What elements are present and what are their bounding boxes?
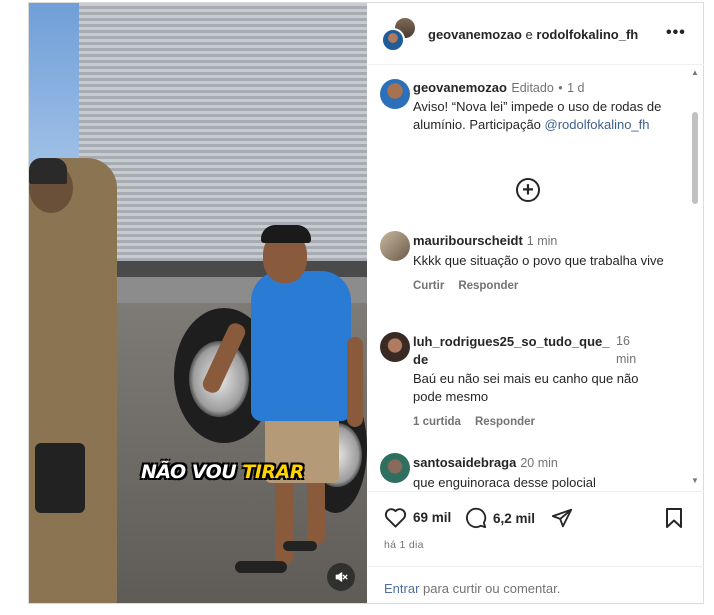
login-prompt: Entrar para curtir ou comentar.	[368, 566, 704, 604]
post-actions-bar: 69 mil 6,2 mil há 1 dia Entrar para curt…	[368, 491, 704, 603]
like-button[interactable]: 69 mil	[384, 507, 451, 528]
comment-item: mauribourscheidt 1 min Kkkk que situação …	[413, 232, 678, 292]
comment-time: 20 min	[520, 456, 558, 470]
sandal-right	[283, 541, 317, 551]
load-more-comments-button[interactable]: +	[516, 178, 540, 202]
comment-username[interactable]: mauribourscheidt	[413, 233, 523, 248]
plus-icon: +	[522, 179, 534, 201]
collab-usernames: geovanemozao e rodolfokalino_fh	[428, 27, 638, 42]
comment-bubble-icon	[466, 507, 487, 529]
comment-time-line2: min	[616, 352, 637, 366]
officer-cap	[29, 158, 67, 184]
caption-username[interactable]: geovanemozao	[413, 80, 507, 95]
reply-button[interactable]: Responder	[475, 416, 535, 428]
likes-count[interactable]: 69 mil	[413, 510, 451, 525]
meta-dot: •	[558, 81, 563, 95]
scroll-up-arrow-icon[interactable]: ▲	[691, 68, 699, 77]
post-dialog: NÃO VOU TIRAR geovanemozao e rodolfokali…	[28, 2, 704, 604]
comments-count[interactable]: 6,2 mil	[493, 511, 535, 526]
caption-mention-link[interactable]: @rodolfokalino_fh	[545, 117, 650, 132]
comment-text: Baú eu não sei mais eu canho que não pod…	[413, 371, 639, 404]
bookmark-icon	[666, 508, 682, 528]
post-side-panel: geovanemozao e rodolfokalino_fh ••• geov…	[368, 3, 704, 603]
login-prompt-text: Entrar para curtir ou comentar.	[384, 581, 560, 596]
mute-button[interactable]	[327, 563, 355, 591]
header-username-1[interactable]: geovanemozao	[428, 27, 522, 42]
author-avatar[interactable]	[380, 79, 410, 109]
comment-time: 1 min	[526, 234, 558, 248]
subtitle-yellow-text: TIRAR	[242, 461, 304, 483]
like-comment-button[interactable]: Curtir	[413, 280, 444, 292]
man-leg-left	[275, 473, 293, 565]
scrollbar[interactable]: ▲ ▼	[690, 66, 700, 491]
more-horizontal-icon: •••	[666, 24, 686, 41]
comment-avatar[interactable]	[380, 332, 410, 362]
more-options-button[interactable]: •••	[666, 24, 686, 42]
post-caption: geovanemozao Editado • 1 d Aviso! “Nova …	[413, 79, 683, 134]
man-cap	[261, 225, 311, 243]
heart-icon	[384, 508, 407, 528]
comment-text: Kkkk que situação o povo que trabalha vi…	[413, 253, 664, 268]
subtitle-white-text: NÃO VOU	[141, 461, 243, 483]
comment-avatar[interactable]	[380, 453, 410, 483]
comments-scroll-area[interactable]: geovanemozao Editado • 1 d Aviso! “Nova …	[368, 66, 704, 491]
collab-avatars[interactable]	[381, 16, 417, 52]
caption-body: Aviso! “Nova lei” impede o uso de rodas …	[413, 98, 683, 134]
man-leg-right	[307, 473, 325, 545]
post-header: geovanemozao e rodolfokalino_fh •••	[368, 3, 704, 65]
scrollbar-thumb[interactable]	[692, 112, 698, 204]
comment-button[interactable]: 6,2 mil	[465, 507, 535, 529]
comment-actions: Curtir Responder	[413, 280, 678, 292]
police-officer	[29, 158, 117, 603]
comment-avatar[interactable]	[380, 231, 410, 261]
scroll-down-arrow-icon[interactable]: ▼	[691, 476, 699, 485]
video-subtitle: NÃO VOU TIRAR	[141, 461, 304, 483]
save-button[interactable]	[665, 507, 683, 529]
comment-username[interactable]: santosaidebraga	[413, 455, 516, 470]
login-link[interactable]: Entrar	[384, 581, 419, 596]
comment-text: que enguinoraca desse polocial	[413, 475, 596, 490]
reply-button[interactable]: Responder	[458, 280, 518, 292]
comment-item: santosaidebraga 20 min que enguinoraca de…	[413, 454, 678, 491]
gun-holster	[35, 443, 85, 513]
video-player[interactable]: NÃO VOU TIRAR	[29, 3, 367, 603]
header-username-2[interactable]: rodolfokalino_fh	[536, 27, 638, 42]
share-paper-plane-icon	[551, 508, 573, 528]
login-suffix: para curtir ou comentar.	[419, 581, 561, 596]
sandal-left	[235, 561, 287, 573]
comment-username-line2[interactable]: de	[413, 352, 428, 367]
caption-age: 1 d	[567, 81, 585, 95]
man-arm-right	[347, 337, 363, 427]
comment-item: luh_rodrigues25_so_tudo_que_ de 16 min B…	[413, 334, 678, 428]
comment-time-line1: 16	[616, 334, 630, 348]
edited-label: Editado	[511, 81, 554, 95]
truck-trailer	[79, 3, 367, 268]
comment-likes-count[interactable]: 1 curtida	[413, 416, 461, 428]
post-timestamp: há 1 dia	[384, 539, 424, 551]
speaker-muted-icon	[335, 572, 348, 582]
man-blue-shirt	[251, 271, 351, 421]
header-separator: e	[521, 27, 537, 42]
comment-username-line1[interactable]: luh_rodrigues25_so_tudo_que_	[413, 334, 610, 349]
comment-actions: 1 curtida Responder	[413, 416, 678, 428]
share-button[interactable]	[551, 507, 573, 529]
avatar-geovanemozao[interactable]	[381, 28, 405, 52]
